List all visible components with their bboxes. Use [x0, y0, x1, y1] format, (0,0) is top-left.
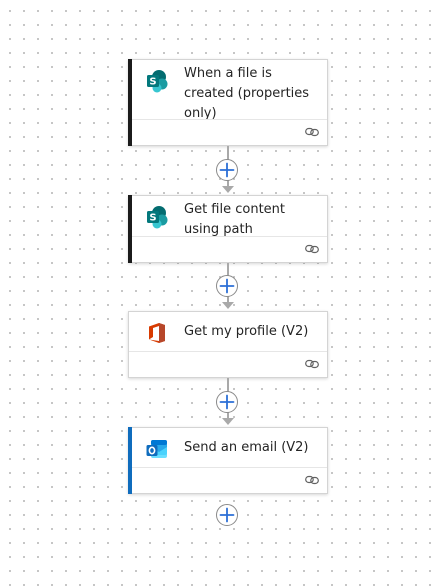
- add-step-button[interactable]: [216, 391, 238, 413]
- step-card-send-email[interactable]: Send an email (V2): [128, 427, 328, 494]
- connector-arrow: [222, 418, 234, 425]
- step-title: Send an email (V2): [184, 440, 309, 455]
- plus-icon: [219, 507, 235, 523]
- connector-arrow: [222, 302, 234, 309]
- connector-arrow: [222, 186, 234, 193]
- sharepoint-icon: S: [147, 70, 168, 93]
- link-icon: [305, 359, 319, 369]
- step-title: When a file is created (properties only): [184, 66, 310, 121]
- step-title: Get my profile (V2): [184, 324, 309, 339]
- outlook-icon: [146, 440, 167, 458]
- card-footer: [132, 236, 327, 262]
- link-icon: [305, 244, 319, 254]
- flow-canvas[interactable]: S When a file is created (properties onl…: [0, 0, 437, 587]
- svg-text:S: S: [149, 77, 156, 88]
- add-step-button[interactable]: [216, 275, 238, 297]
- svg-text:S: S: [149, 213, 156, 224]
- add-step-button[interactable]: [216, 159, 238, 181]
- step-title: Get file content using path: [184, 202, 286, 237]
- card-footer: [129, 351, 327, 377]
- card-footer: [132, 119, 327, 145]
- step-card-get-my-profile[interactable]: Get my profile (V2): [128, 311, 328, 378]
- step-card-when-file-created[interactable]: S When a file is created (properties onl…: [128, 59, 328, 146]
- step-card-get-file-content[interactable]: S Get file content using path: [128, 195, 328, 263]
- link-icon: [305, 475, 319, 485]
- plus-icon: [219, 278, 235, 294]
- sharepoint-icon: S: [147, 206, 168, 229]
- link-icon: [305, 127, 319, 137]
- office365-icon: [149, 323, 165, 343]
- add-step-button[interactable]: [216, 504, 238, 526]
- plus-icon: [219, 394, 235, 410]
- plus-icon: [219, 162, 235, 178]
- card-footer: [132, 467, 327, 493]
